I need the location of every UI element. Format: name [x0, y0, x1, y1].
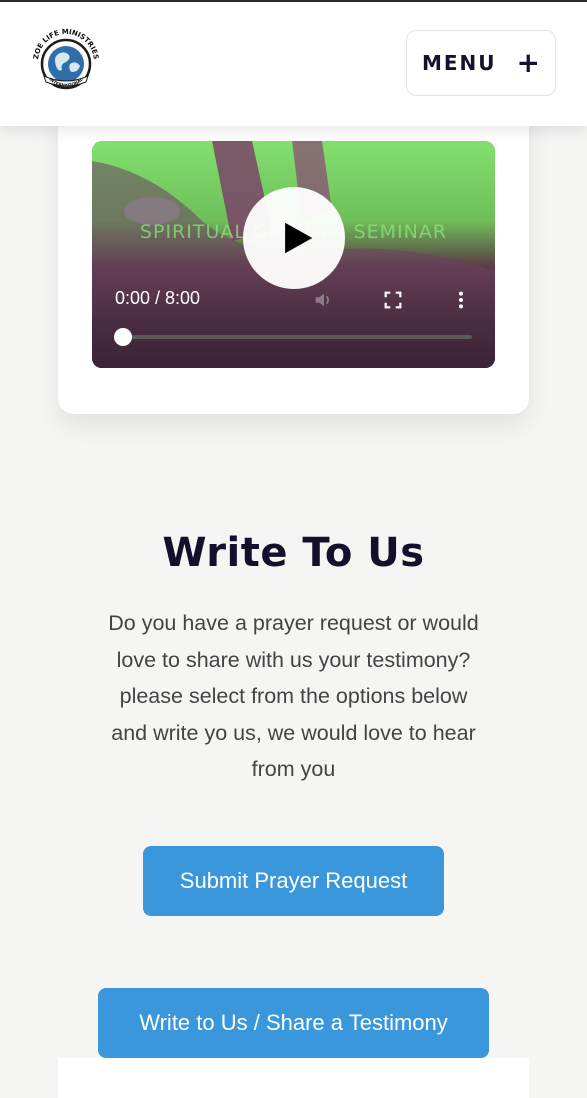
more-vert-icon[interactable] [450, 289, 472, 311]
write-to-us-title: Write To Us [162, 530, 425, 576]
description-line: and write yo us, we would love to hear [111, 720, 476, 745]
description-line: Do you have a prayer request or would [108, 611, 479, 635]
fullscreen-icon[interactable] [382, 289, 404, 311]
write-to-us-description: Do you have a prayer request or would lo… [92, 605, 495, 788]
menu-button[interactable]: MENU + [406, 30, 556, 96]
plus-icon: + [516, 46, 540, 79]
description-line: from you [251, 757, 336, 781]
play-button[interactable] [243, 187, 345, 289]
share-testimony-button[interactable]: Write to Us / Share a Testimony [98, 988, 489, 1058]
description-line: please select from the options below [119, 684, 468, 708]
volume-icon[interactable] [313, 289, 335, 311]
next-section-card [58, 1058, 529, 1098]
menu-label: MENU [421, 51, 497, 75]
play-icon [285, 222, 313, 254]
video-progress-handle[interactable] [114, 328, 132, 346]
video-time: 0:00 / 8:00 [115, 288, 201, 308]
site-header: ZOE LIFE MINISTRIES INTERNATIONAL MENU + [0, 2, 587, 126]
video-player[interactable]: SPIRITUAL GROWTH SEMINAR (SGS) 0:00 / 8:… [92, 141, 495, 368]
site-logo[interactable]: ZOE LIFE MINISTRIES INTERNATIONAL [26, 20, 106, 100]
video-progress-bar[interactable] [122, 335, 472, 339]
submit-prayer-request-button[interactable]: Submit Prayer Request [143, 846, 444, 916]
description-line: love to share with us your testimony? [116, 647, 471, 672]
globe-logo-icon: ZOE LIFE MINISTRIES INTERNATIONAL [32, 28, 100, 90]
